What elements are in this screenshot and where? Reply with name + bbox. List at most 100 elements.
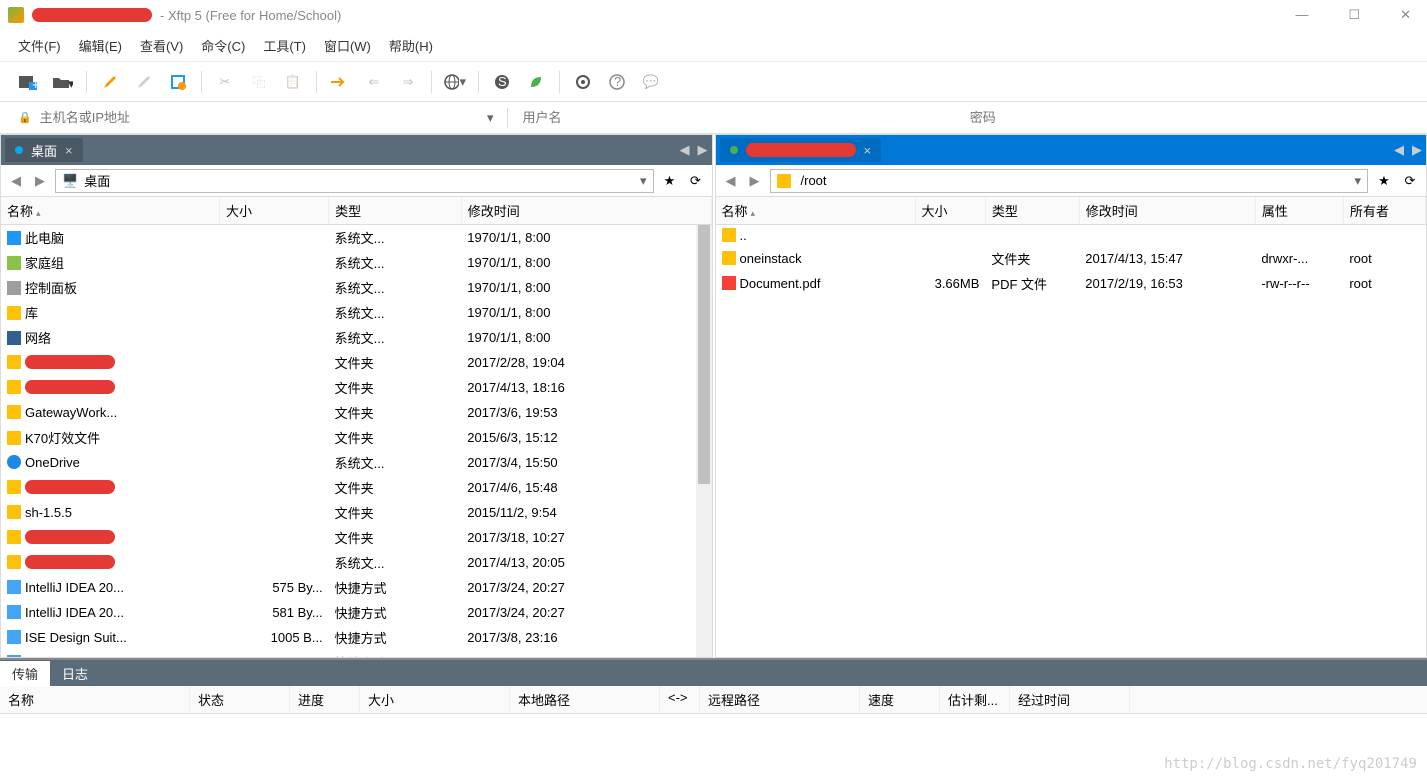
path-dropdown-icon[interactable]: ▾ — [1354, 173, 1361, 189]
column-header[interactable]: 修改时间 — [461, 197, 711, 225]
file-row[interactable]: OneDrive系统文...2017/3/4, 15:50 — [1, 450, 711, 475]
column-header[interactable]: 名称 — [716, 197, 916, 225]
tab-next-icon[interactable]: ▶ — [1412, 142, 1422, 158]
file-row[interactable]: 此电脑系统文...1970/1/1, 8:00 — [1, 225, 711, 251]
host-dropdown[interactable]: ▾ — [487, 110, 494, 126]
column-header[interactable]: 类型 — [985, 197, 1079, 225]
file-row[interactable]: 文件夹2017/4/13, 18:16 — [1, 375, 711, 400]
file-row[interactable]: 控制面板系统文...1970/1/1, 8:00 — [1, 275, 711, 300]
open-icon[interactable]: ▾ — [52, 71, 74, 93]
username-input[interactable] — [522, 106, 961, 130]
file-row[interactable]: 文件夹2017/4/6, 15:48 — [1, 475, 711, 500]
file-row[interactable]: 网络系统文...1970/1/1, 8:00 — [1, 325, 711, 350]
host-input[interactable] — [40, 106, 479, 130]
file-row[interactable]: 文件夹2017/2/28, 19:04 — [1, 350, 711, 375]
column-header[interactable]: 大小 — [219, 197, 328, 225]
file-row[interactable]: IntelliJ IDEA 20...575 By...快捷方式2017/3/2… — [1, 575, 711, 600]
remote-tab[interactable]: × — [720, 138, 882, 162]
transfer-column[interactable]: 经过时间 — [1010, 686, 1130, 713]
redacted-host — [32, 8, 152, 22]
remote-file-list[interactable]: 名称大小类型修改时间属性所有者..oneinstack文件夹2017/4/13,… — [716, 197, 1427, 657]
file-row[interactable]: 文件夹2017/3/18, 10:27 — [1, 525, 711, 550]
column-header[interactable]: 属性 — [1255, 197, 1343, 225]
menu-item[interactable]: 工具(T) — [263, 36, 306, 55]
forward-button[interactable]: ▶ — [31, 172, 49, 190]
file-row[interactable]: IntelliJ IDEA 20...581 By...快捷方式2017/3/2… — [1, 600, 711, 625]
column-header[interactable]: 所有者 — [1343, 197, 1425, 225]
forward-button[interactable]: ▶ — [746, 172, 764, 190]
new-session-icon[interactable]: + — [18, 71, 40, 93]
column-header[interactable]: 修改时间 — [1079, 197, 1255, 225]
transfer-column[interactable]: 进度 — [290, 686, 360, 713]
transfer-column[interactable]: 本地路径 — [510, 686, 660, 713]
globe-icon[interactable]: ▾ — [444, 71, 466, 93]
minimize-button[interactable]: — — [1287, 3, 1316, 27]
terminal-icon[interactable]: S — [491, 71, 513, 93]
menu-item[interactable]: 帮助(H) — [389, 36, 433, 55]
file-row[interactable]: GatewayWork...文件夹2017/3/6, 19:53 — [1, 400, 711, 425]
transfer-column[interactable]: 估计剩... — [940, 686, 1010, 713]
back-button[interactable]: ◀ — [7, 172, 25, 190]
sync-right-icon[interactable]: ⇒ — [397, 71, 419, 93]
bookmark-icon[interactable]: ★ — [1374, 171, 1394, 191]
properties-icon[interactable] — [167, 71, 189, 93]
file-row[interactable]: 家庭组系统文...1970/1/1, 8:00 — [1, 250, 711, 275]
path-dropdown-icon[interactable]: ▾ — [640, 173, 647, 189]
file-row[interactable]: 系统文...2017/4/13, 20:05 — [1, 550, 711, 575]
file-row[interactable]: ISE Design Suit...1005 B...快捷方式2017/3/8,… — [1, 625, 711, 650]
remote-path-box[interactable]: /root ▾ — [770, 169, 1369, 193]
transfer-column[interactable]: 大小 — [360, 686, 510, 713]
column-header[interactable]: 类型 — [329, 197, 462, 225]
transfer-column[interactable]: <-> — [660, 686, 700, 713]
menu-item[interactable]: 窗口(W) — [324, 36, 371, 55]
file-row[interactable]: oneinstack文件夹2017/4/13, 15:47drwxr-...ro… — [716, 246, 1426, 271]
menu-item[interactable]: 查看(V) — [140, 36, 183, 55]
transfer-column[interactable]: 远程路径 — [700, 686, 860, 713]
brush-icon[interactable] — [133, 71, 155, 93]
file-row[interactable]: VMware Work...1KB快捷方式2016/10/17, 18:03 — [1, 650, 711, 657]
help-icon[interactable]: ? — [606, 71, 628, 93]
leaf-icon[interactable] — [525, 71, 547, 93]
local-file-list[interactable]: 名称大小类型修改时间此电脑系统文...1970/1/1, 8:00家庭组系统文.… — [1, 197, 712, 657]
copy-icon[interactable]: ⿻ — [248, 71, 270, 93]
transfer-column[interactable]: 状态 — [190, 686, 290, 713]
transfer-icon[interactable] — [329, 71, 351, 93]
bookmark-icon[interactable]: ★ — [660, 171, 680, 191]
file-row[interactable]: 库系统文...1970/1/1, 8:00 — [1, 300, 711, 325]
sync-left-icon[interactable]: ⇐ — [363, 71, 385, 93]
file-row[interactable]: sh-1.5.5文件夹2015/11/2, 9:54 — [1, 500, 711, 525]
panes: 桌面 × ◀▶ ◀ ▶ 🖥️ 桌面 ▾ ★ ⟳ 名称大小类型修改时间此电脑系统文… — [0, 134, 1427, 658]
chat-icon[interactable]: 💬 — [640, 71, 662, 93]
refresh-icon[interactable]: ⟳ — [1400, 171, 1420, 191]
file-row[interactable]: K70灯效文件文件夹2015/6/3, 15:12 — [1, 425, 711, 450]
menu-item[interactable]: 命令(C) — [201, 36, 245, 55]
file-row[interactable]: .. — [716, 225, 1426, 247]
menu-item[interactable]: 编辑(E) — [79, 36, 122, 55]
local-tab[interactable]: 桌面 × — [5, 138, 83, 162]
close-tab-icon[interactable]: × — [864, 143, 872, 158]
column-header[interactable]: 名称 — [1, 197, 219, 225]
transfer-column[interactable]: 名称 — [0, 686, 190, 713]
bottom-tab[interactable]: 传输 — [0, 661, 50, 686]
password-input[interactable] — [970, 106, 1409, 130]
maximize-button[interactable]: ☐ — [1340, 3, 1368, 27]
menu-item[interactable]: 文件(F) — [18, 36, 61, 55]
tab-prev-icon[interactable]: ◀ — [1394, 142, 1404, 158]
tab-next-icon[interactable]: ▶ — [698, 142, 708, 158]
svg-text:+: + — [32, 77, 39, 90]
scrollbar[interactable] — [696, 225, 712, 657]
edit-icon[interactable] — [99, 71, 121, 93]
transfer-column[interactable]: 速度 — [860, 686, 940, 713]
file-row[interactable]: Document.pdf3.66MBPDF 文件2017/2/19, 16:53… — [716, 271, 1426, 296]
settings-icon[interactable] — [572, 71, 594, 93]
paste-icon[interactable]: 📋 — [282, 71, 304, 93]
tab-prev-icon[interactable]: ◀ — [680, 142, 690, 158]
cut-icon[interactable]: ✂ — [214, 71, 236, 93]
column-header[interactable]: 大小 — [915, 197, 985, 225]
bottom-tab[interactable]: 日志 — [50, 661, 100, 686]
back-button[interactable]: ◀ — [722, 172, 740, 190]
local-path-box[interactable]: 🖥️ 桌面 ▾ — [55, 169, 654, 193]
close-button[interactable]: ✕ — [1392, 3, 1419, 27]
close-tab-icon[interactable]: × — [65, 143, 73, 158]
refresh-icon[interactable]: ⟳ — [686, 171, 706, 191]
